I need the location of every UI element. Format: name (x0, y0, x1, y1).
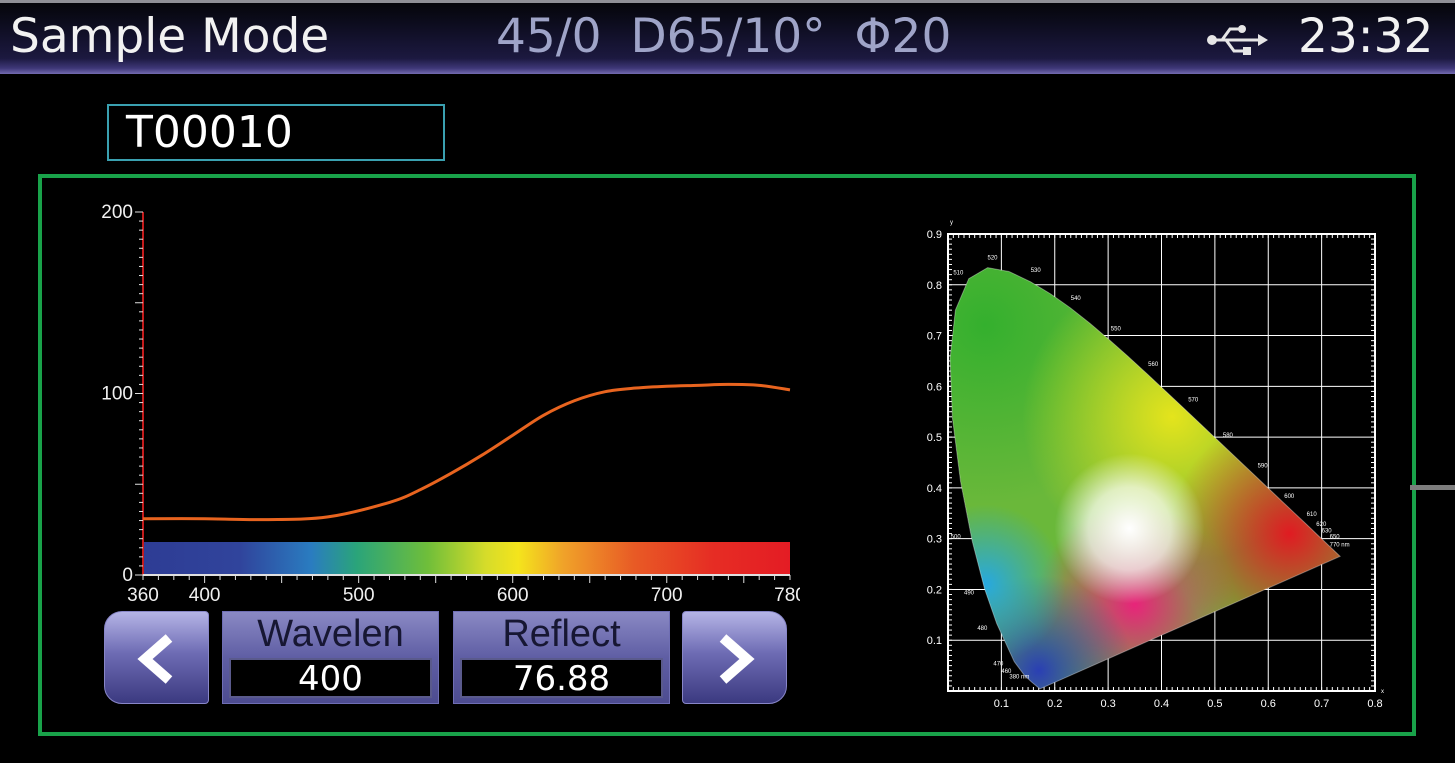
y-tick-label: 200 (101, 202, 133, 223)
cie-x-axis-label: x (1381, 689, 1384, 695)
mode-title: Sample Mode (10, 9, 330, 64)
cie-y-tick-label: 0.9 (927, 229, 942, 241)
cie-wavelength-label: 530 (1031, 268, 1042, 274)
wavelength-readout: Wavelen 400 (222, 611, 439, 704)
chevron-right-icon (719, 634, 755, 684)
cie-x-tick-label: 0.8 (1367, 698, 1382, 710)
cie-wavelength-label: 480 (977, 626, 988, 632)
measurement-conditions: 45/0 D65/10° Φ20 (496, 9, 952, 64)
cie-color-gamut (950, 267, 1341, 689)
cie-wavelength-label: 470 (993, 662, 1004, 668)
chevron-left-icon (137, 634, 173, 684)
wavelength-value: 400 (229, 658, 432, 698)
x-tick-label: 780 (774, 585, 800, 606)
usb-icon (1207, 25, 1268, 55)
reflectance-readout: Reflect 76.88 (453, 611, 670, 704)
cie-x-tick-label: 0.1 (994, 698, 1009, 710)
cie-x-tick-label: 0.2 (1047, 698, 1062, 710)
cie-y-tick-label: 0.5 (927, 432, 942, 444)
reflectance-value: 76.88 (460, 658, 663, 698)
cie-y-tick-label: 0.8 (927, 280, 942, 292)
x-tick-label: 500 (343, 585, 375, 606)
cie-x-tick-label: 0.5 (1207, 698, 1222, 710)
clock: 23:32 (1298, 9, 1434, 64)
next-button[interactable] (682, 611, 787, 704)
cie-wavelength-label: 580 (1223, 433, 1234, 439)
y-tick-label: 100 (101, 384, 133, 405)
x-tick-label: 700 (651, 585, 683, 606)
cie-y-axis-label: y (950, 220, 953, 226)
cie-wavelength-label: 550 (1111, 326, 1122, 332)
cie-wavelength-label: 490 (964, 591, 975, 597)
cie-x-tick-label: 0.7 (1314, 698, 1329, 710)
cie-y-tick-label: 0.7 (927, 331, 942, 343)
cie-wavelength-label: 650 (1330, 535, 1341, 541)
cie-color-blend (1054, 453, 1205, 604)
sample-id-field[interactable]: T00010 (107, 104, 445, 161)
cie-wavelength-label: 510 (953, 271, 964, 277)
cie-x-tick-label: 0.4 (1154, 698, 1169, 710)
x-tick-label: 360 (127, 585, 159, 606)
reflectance-spectrum-chart: 200 100 0360 400 500 600 700 780 (101, 202, 800, 606)
cie-wavelength-label: 540 (1071, 296, 1082, 302)
cie-wavelength-label: 600 (1284, 494, 1295, 500)
y-tick-label: 0 (122, 565, 133, 586)
cie-wavelength-label: 590 (1258, 464, 1269, 470)
wavelength-label: Wavelen (257, 613, 404, 655)
cie-wavelength-label: 610 (1307, 512, 1318, 518)
x-tick-label: 600 (497, 585, 529, 606)
cie-wavelength-label: 620 (1316, 522, 1327, 528)
cie-wavelength-label: 570 (1188, 398, 1199, 404)
cie-wavelength-label: 380 nm (1009, 674, 1029, 680)
reflectance-curve (142, 382, 791, 522)
cie-y-tick-label: 0.3 (927, 534, 942, 546)
cie-y-tick-label: 0.4 (927, 483, 942, 495)
previous-button[interactable] (104, 611, 209, 704)
reflectance-label: Reflect (502, 613, 621, 655)
cie-wavelength-label: 560 (1148, 362, 1159, 368)
cie-y-tick-label: 0.2 (927, 584, 942, 596)
cie-x-tick-label: 0.3 (1100, 698, 1115, 710)
status-bar: Sample Mode 45/0 D65/10° Φ20 23:32 (0, 0, 1455, 74)
panel-side-handle[interactable] (1410, 485, 1455, 490)
x-tick-label: 400 (189, 585, 221, 606)
cie-y-tick-label: 0.6 (927, 381, 942, 393)
cie-wavelength-label: 520 (987, 255, 998, 261)
visible-spectrum-band (143, 542, 790, 574)
cie-wavelength-label: 500 (951, 535, 962, 541)
cie-y-tick-label: 0.1 (927, 635, 942, 647)
cie-x-tick-label: 0.6 (1261, 698, 1276, 710)
cie-wavelength-label: 770 nm (1330, 542, 1350, 548)
cie-chromaticity-diagram: 520510 5305405505605705805906006106206306… (927, 220, 1384, 710)
